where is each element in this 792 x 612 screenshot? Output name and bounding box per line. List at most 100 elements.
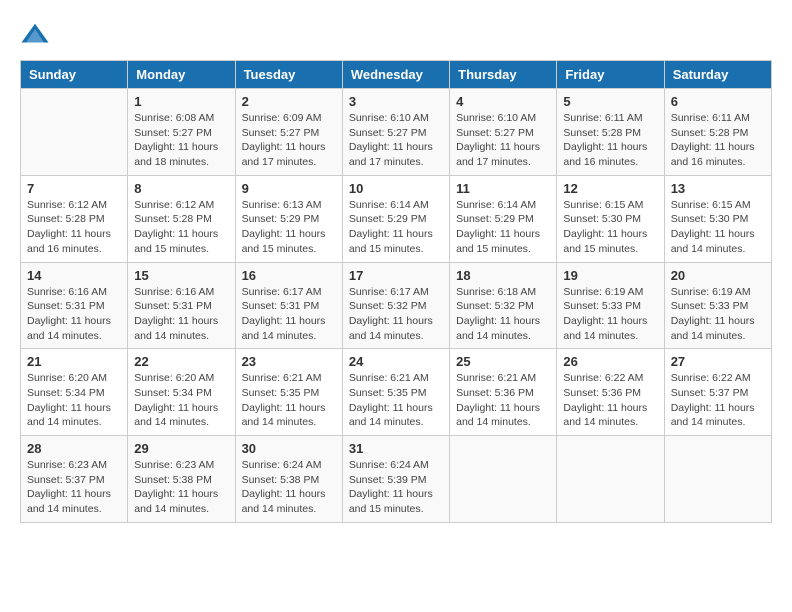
calendar-cell: 12Sunrise: 6:15 AMSunset: 5:30 PMDayligh…	[557, 175, 664, 262]
day-number: 5	[563, 94, 657, 109]
day-number: 19	[563, 268, 657, 283]
day-info: Sunrise: 6:24 AMSunset: 5:38 PMDaylight:…	[242, 458, 336, 517]
day-number: 6	[671, 94, 765, 109]
weekday-header-saturday: Saturday	[664, 61, 771, 89]
calendar-cell: 25 Sunrise: 6:21 AMSunset: 5:36 PMDayligh…	[450, 349, 557, 436]
day-info: Sunrise: 6:20 AMSunset: 5:34 PMDaylight:…	[27, 371, 121, 430]
day-info: Sunrise: 6:22 AMSunset: 5:37 PMDaylight:…	[671, 371, 765, 430]
day-info: Sunrise: 6:23 AMSunset: 5:37 PMDaylight:…	[27, 458, 121, 517]
calendar-cell: 14 Sunrise: 6:16 AMSunset: 5:31 PMDayligh…	[21, 262, 128, 349]
calendar-cell: 27 Sunrise: 6:22 AMSunset: 5:37 PMDayligh…	[664, 349, 771, 436]
calendar-header: SundayMondayTuesdayWednesdayThursdayFrid…	[21, 61, 772, 89]
calendar-cell: 16 Sunrise: 6:17 AMSunset: 5:31 PMDayligh…	[235, 262, 342, 349]
calendar-cell: 22 Sunrise: 6:20 AMSunset: 5:34 PMDayligh…	[128, 349, 235, 436]
calendar-cell: 20 Sunrise: 6:19 AMSunset: 5:33 PMDayligh…	[664, 262, 771, 349]
calendar-cell: 7Sunrise: 6:12 AMSunset: 5:28 PMDaylight…	[21, 175, 128, 262]
day-info: Sunrise: 6:17 AMSunset: 5:31 PMDaylight:…	[242, 285, 336, 344]
calendar-cell: 13 Sunrise: 6:15 AMSunset: 5:30 PMDayligh…	[664, 175, 771, 262]
calendar-cell: 26Sunrise: 6:22 AMSunset: 5:36 PMDayligh…	[557, 349, 664, 436]
calendar-cell: 1 Sunrise: 6:08 AMSunset: 5:27 PMDaylight…	[128, 89, 235, 176]
day-info: Sunrise: 6:16 AMSunset: 5:31 PMDaylight:…	[134, 285, 228, 344]
day-number: 24	[349, 354, 443, 369]
day-number: 18	[456, 268, 550, 283]
day-number: 20	[671, 268, 765, 283]
day-info: Sunrise: 6:23 AMSunset: 5:38 PMDaylight:…	[134, 458, 228, 517]
day-number: 10	[349, 181, 443, 196]
day-info: Sunrise: 6:20 AMSunset: 5:34 PMDaylight:…	[134, 371, 228, 430]
day-number: 11	[456, 181, 550, 196]
weekday-header-wednesday: Wednesday	[342, 61, 449, 89]
day-info: Sunrise: 6:13 AMSunset: 5:29 PMDaylight:…	[242, 198, 336, 257]
calendar-cell: 30 Sunrise: 6:24 AMSunset: 5:38 PMDayligh…	[235, 436, 342, 523]
day-info: Sunrise: 6:11 AMSunset: 5:28 PMDaylight:…	[671, 111, 765, 170]
weekday-header-row: SundayMondayTuesdayWednesdayThursdayFrid…	[21, 61, 772, 89]
day-number: 4	[456, 94, 550, 109]
day-info: Sunrise: 6:21 AMSunset: 5:36 PMDaylight:…	[456, 371, 550, 430]
day-number: 30	[242, 441, 336, 456]
day-info: Sunrise: 6:11 AMSunset: 5:28 PMDaylight:…	[563, 111, 657, 170]
calendar-cell: 3 Sunrise: 6:10 AMSunset: 5:27 PMDaylight…	[342, 89, 449, 176]
weekday-header-monday: Monday	[128, 61, 235, 89]
logo	[20, 20, 56, 50]
day-info: Sunrise: 6:12 AMSunset: 5:28 PMDaylight:…	[134, 198, 228, 257]
day-number: 17	[349, 268, 443, 283]
day-number: 23	[242, 354, 336, 369]
day-number: 14	[27, 268, 121, 283]
weekday-header-friday: Friday	[557, 61, 664, 89]
calendar-week-row: 14 Sunrise: 6:16 AMSunset: 5:31 PMDayligh…	[21, 262, 772, 349]
weekday-header-tuesday: Tuesday	[235, 61, 342, 89]
calendar-cell: 8 Sunrise: 6:12 AMSunset: 5:28 PMDaylight…	[128, 175, 235, 262]
calendar-cell: 29 Sunrise: 6:23 AMSunset: 5:38 PMDayligh…	[128, 436, 235, 523]
day-info: Sunrise: 6:21 AMSunset: 5:35 PMDaylight:…	[242, 371, 336, 430]
logo-icon	[20, 20, 50, 50]
day-info: Sunrise: 6:14 AMSunset: 5:29 PMDaylight:…	[349, 198, 443, 257]
day-info: Sunrise: 6:21 AMSunset: 5:35 PMDaylight:…	[349, 371, 443, 430]
day-info: Sunrise: 6:10 AMSunset: 5:27 PMDaylight:…	[349, 111, 443, 170]
calendar-cell: 28 Sunrise: 6:23 AMSunset: 5:37 PMDayligh…	[21, 436, 128, 523]
day-number: 3	[349, 94, 443, 109]
day-number: 29	[134, 441, 228, 456]
day-info: Sunrise: 6:09 AMSunset: 5:27 PMDaylight:…	[242, 111, 336, 170]
calendar-cell: 4Sunrise: 6:10 AMSunset: 5:27 PMDaylight…	[450, 89, 557, 176]
day-number: 25	[456, 354, 550, 369]
day-info: Sunrise: 6:19 AMSunset: 5:33 PMDaylight:…	[671, 285, 765, 344]
calendar-cell: 2Sunrise: 6:09 AMSunset: 5:27 PMDaylight…	[235, 89, 342, 176]
day-number: 16	[242, 268, 336, 283]
calendar-body: 1 Sunrise: 6:08 AMSunset: 5:27 PMDaylight…	[21, 89, 772, 523]
calendar-cell: 11 Sunrise: 6:14 AMSunset: 5:29 PMDayligh…	[450, 175, 557, 262]
day-number: 9	[242, 181, 336, 196]
day-info: Sunrise: 6:19 AMSunset: 5:33 PMDaylight:…	[563, 285, 657, 344]
day-number: 21	[27, 354, 121, 369]
day-info: Sunrise: 6:24 AMSunset: 5:39 PMDaylight:…	[349, 458, 443, 517]
calendar-cell: 9 Sunrise: 6:13 AMSunset: 5:29 PMDaylight…	[235, 175, 342, 262]
calendar-cell	[557, 436, 664, 523]
calendar-week-row: 7Sunrise: 6:12 AMSunset: 5:28 PMDaylight…	[21, 175, 772, 262]
day-number: 15	[134, 268, 228, 283]
day-info: Sunrise: 6:08 AMSunset: 5:27 PMDaylight:…	[134, 111, 228, 170]
day-number: 1	[134, 94, 228, 109]
calendar-cell	[450, 436, 557, 523]
day-number: 28	[27, 441, 121, 456]
day-number: 8	[134, 181, 228, 196]
calendar-table: SundayMondayTuesdayWednesdayThursdayFrid…	[20, 60, 772, 523]
weekday-header-thursday: Thursday	[450, 61, 557, 89]
day-number: 22	[134, 354, 228, 369]
calendar-cell	[21, 89, 128, 176]
calendar-cell: 17 Sunrise: 6:17 AMSunset: 5:32 PMDayligh…	[342, 262, 449, 349]
day-info: Sunrise: 6:22 AMSunset: 5:36 PMDaylight:…	[563, 371, 657, 430]
calendar-cell	[664, 436, 771, 523]
day-number: 13	[671, 181, 765, 196]
calendar-cell: 18 Sunrise: 6:18 AMSunset: 5:32 PMDayligh…	[450, 262, 557, 349]
calendar-cell: 24 Sunrise: 6:21 AMSunset: 5:35 PMDayligh…	[342, 349, 449, 436]
day-info: Sunrise: 6:15 AMSunset: 5:30 PMDaylight:…	[563, 198, 657, 257]
day-info: Sunrise: 6:17 AMSunset: 5:32 PMDaylight:…	[349, 285, 443, 344]
day-info: Sunrise: 6:16 AMSunset: 5:31 PMDaylight:…	[27, 285, 121, 344]
day-info: Sunrise: 6:14 AMSunset: 5:29 PMDaylight:…	[456, 198, 550, 257]
calendar-cell: 6 Sunrise: 6:11 AMSunset: 5:28 PMDaylight…	[664, 89, 771, 176]
calendar-week-row: 1 Sunrise: 6:08 AMSunset: 5:27 PMDaylight…	[21, 89, 772, 176]
calendar-cell: 15 Sunrise: 6:16 AMSunset: 5:31 PMDayligh…	[128, 262, 235, 349]
day-number: 27	[671, 354, 765, 369]
day-info: Sunrise: 6:15 AMSunset: 5:30 PMDaylight:…	[671, 198, 765, 257]
day-info: Sunrise: 6:18 AMSunset: 5:32 PMDaylight:…	[456, 285, 550, 344]
calendar-week-row: 28 Sunrise: 6:23 AMSunset: 5:37 PMDayligh…	[21, 436, 772, 523]
